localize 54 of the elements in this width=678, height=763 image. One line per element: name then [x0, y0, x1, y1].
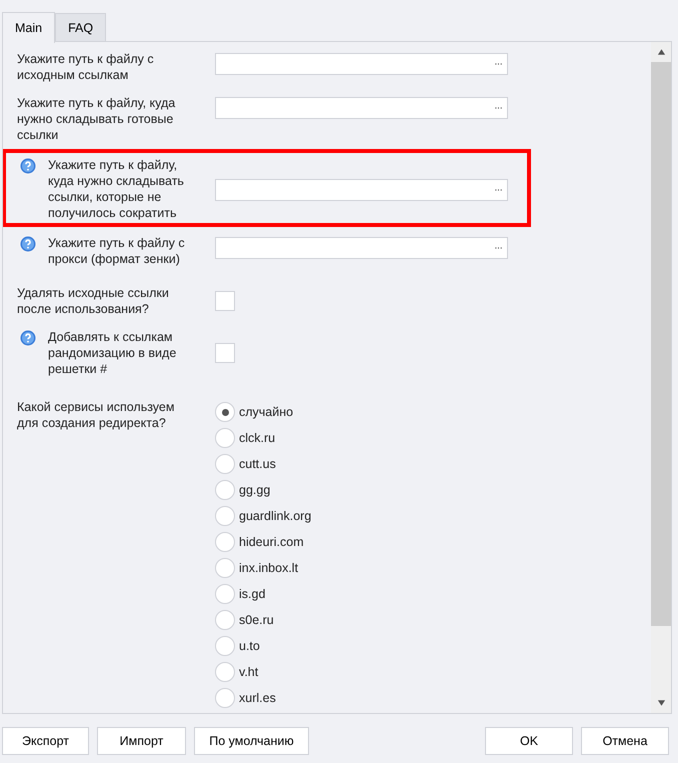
- scrollbar[interactable]: [651, 42, 671, 713]
- radio-button[interactable]: [215, 662, 235, 682]
- radio-label[interactable]: inx.inbox.lt: [239, 561, 298, 575]
- setting-label: Удалять исходные ссылки после использования?: [17, 285, 170, 317]
- footer-button[interactable]: Импорт: [97, 727, 186, 755]
- radio-button[interactable]: [215, 558, 235, 578]
- scroll-up-icon[interactable]: [656, 48, 666, 56]
- help-icon[interactable]: [20, 236, 36, 252]
- radio-button[interactable]: [215, 454, 235, 474]
- checkbox[interactable]: [215, 343, 235, 363]
- help-icon[interactable]: [20, 158, 36, 174]
- radio-button[interactable]: [215, 688, 235, 708]
- tab[interactable]: Main: [2, 12, 56, 43]
- path-field[interactable]: ···: [215, 53, 508, 75]
- tab[interactable]: FAQ: [55, 13, 106, 42]
- help-icon[interactable]: [20, 330, 36, 346]
- path-field[interactable]: ···: [215, 179, 508, 201]
- browse-button[interactable]: ···: [494, 184, 507, 196]
- radio-button[interactable]: [215, 506, 235, 526]
- radio-label[interactable]: clck.ru: [239, 431, 276, 445]
- radio-label[interactable]: v.ht: [239, 665, 258, 679]
- footer-button[interactable]: По умолчанию: [194, 727, 309, 755]
- radio-button[interactable]: [215, 402, 235, 422]
- setting-label: Укажите путь к файлу с исходным ссылкам: [17, 51, 155, 83]
- browse-button[interactable]: ···: [494, 102, 507, 114]
- browse-button[interactable]: ···: [494, 242, 507, 254]
- setting-label: Добавлять к ссылкам рандомизацию в виде решетки #: [48, 329, 178, 377]
- browse-button[interactable]: ···: [494, 58, 507, 70]
- path-field[interactable]: ···: [215, 237, 508, 259]
- radio-label[interactable]: случайно: [239, 405, 294, 419]
- radio-label[interactable]: is.gd: [239, 587, 266, 601]
- radio-label[interactable]: guardlink.org: [239, 509, 312, 523]
- radio-button[interactable]: [215, 480, 235, 500]
- radio-label[interactable]: gg.gg: [239, 483, 270, 497]
- checkbox[interactable]: [215, 291, 235, 311]
- radio-label[interactable]: xurl.es: [239, 691, 276, 705]
- setting-label: Укажите путь к файлу с прокси (формат зенки): [48, 235, 186, 267]
- setting-label: Какой сервисы используем для создания редиректа?: [17, 399, 176, 432]
- radio-button[interactable]: [215, 428, 235, 448]
- radio-label[interactable]: hideuri.com: [239, 535, 304, 549]
- radio-label[interactable]: s0e.ru: [239, 613, 274, 627]
- path-field[interactable]: ···: [215, 97, 508, 119]
- footer-button[interactable]: Экспорт: [2, 727, 89, 755]
- radio-button[interactable]: [215, 584, 235, 604]
- radio-button[interactable]: [215, 532, 235, 552]
- footer-button[interactable]: Отмена: [581, 727, 669, 755]
- radio-label[interactable]: cutt.us: [239, 457, 276, 471]
- footer-button[interactable]: OK: [485, 727, 573, 755]
- setting-label: Укажите путь к файлу, куда нужно складывать ссылки, которые не получилось сократить: [48, 157, 185, 221]
- scroll-down-icon[interactable]: [656, 699, 666, 707]
- setting-label: Укажите путь к файлу, куда нужно складывать готовые ссылки: [17, 95, 176, 143]
- radio-button[interactable]: [215, 610, 235, 630]
- radio-label[interactable]: u.to: [239, 639, 260, 653]
- radio-button[interactable]: [215, 636, 235, 656]
